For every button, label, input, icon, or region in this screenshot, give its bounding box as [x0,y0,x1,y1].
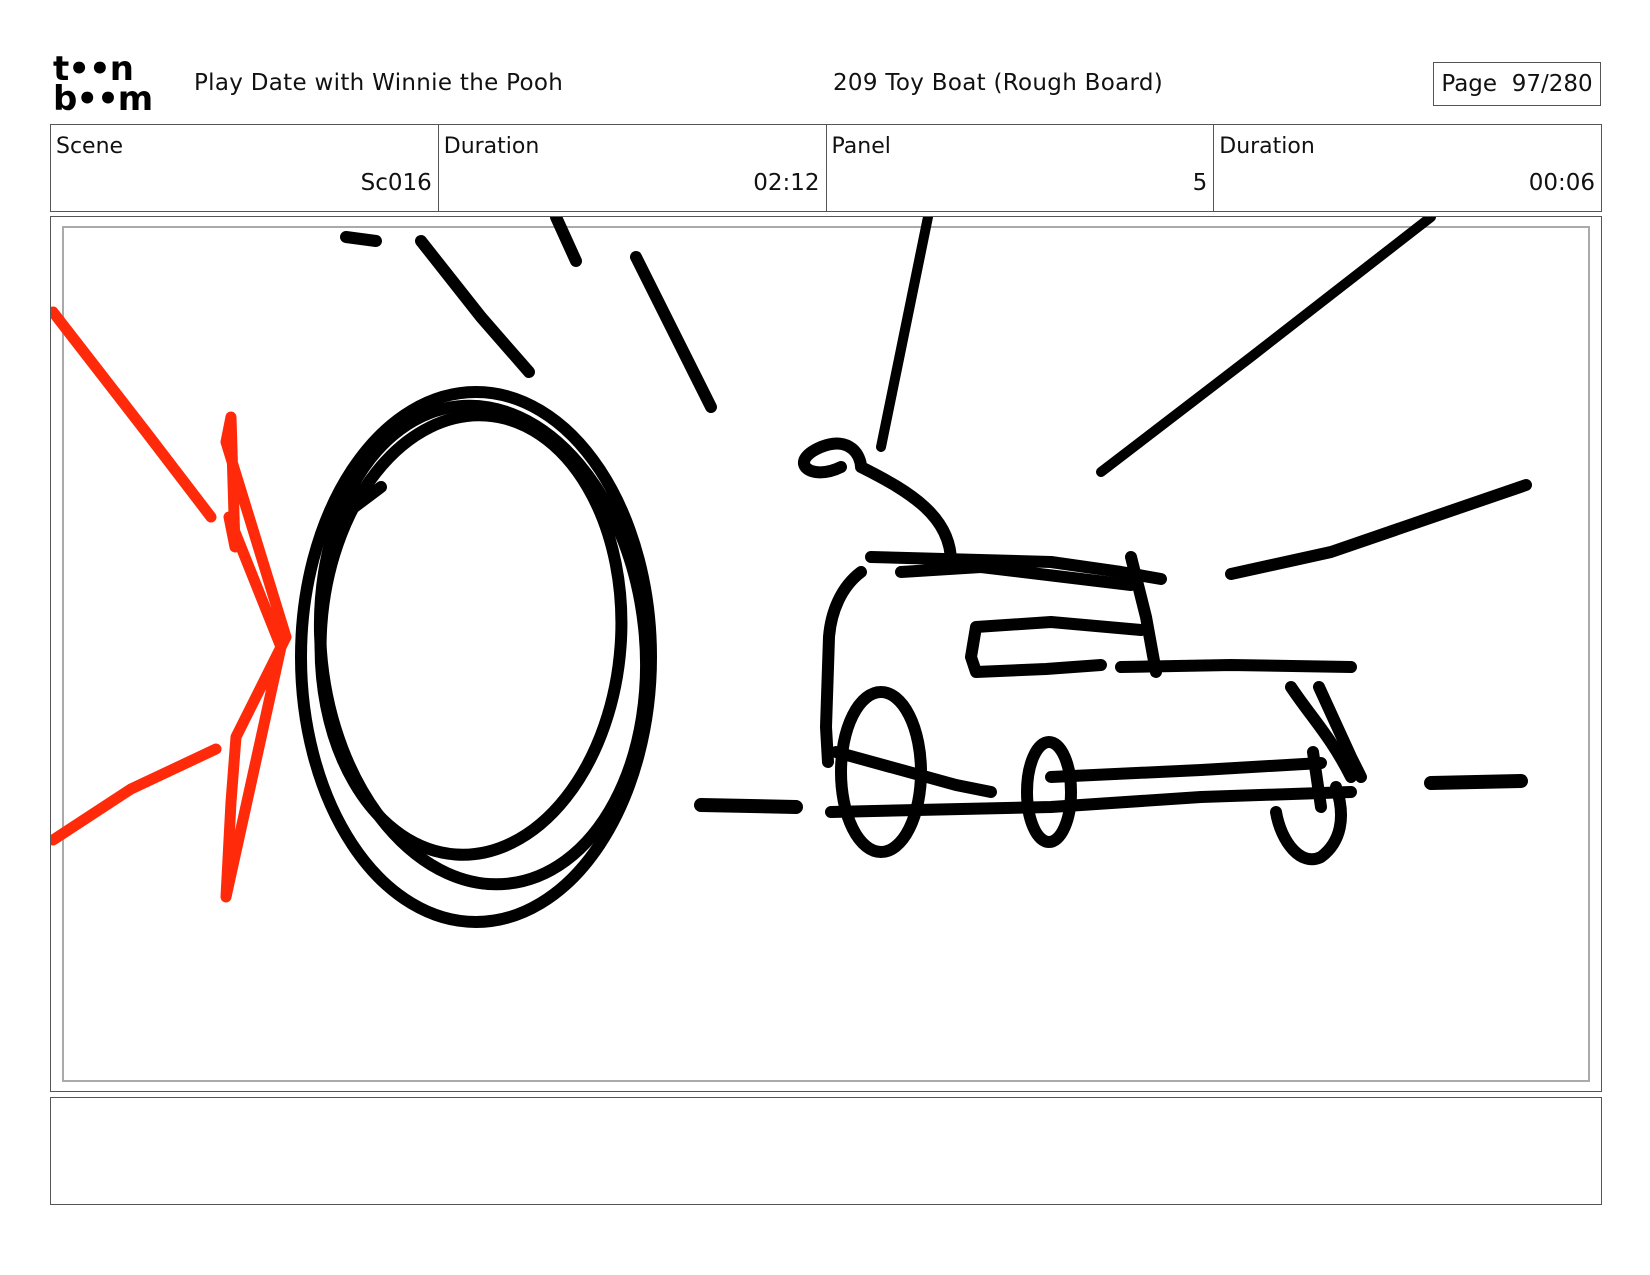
page-label: Page [1441,71,1498,97]
scene-label: Scene [56,134,124,159]
logo-line-2: b••m [53,79,153,119]
speed-line-2 [415,235,535,378]
burst-spike [220,411,292,903]
car-front-wheel-spoke [1307,746,1327,813]
car-antenna [798,437,957,568]
page-number: 97/280 [1511,71,1593,97]
scene-info-table: Scene Sc016 Duration 02:12 Panel 5 Durat… [50,124,1602,212]
car-body-line [1115,659,1357,673]
storyboard-sketch [51,217,1532,928]
scene-duration-value: 02:12 [753,170,820,196]
page-indicator: Page 97/280 [1433,62,1601,106]
scene-duration-label: Duration [443,134,540,159]
project-title: Play Date with Winnie the Pooh [194,70,564,96]
car-window [965,616,1147,678]
panel-value: 5 [1192,170,1208,196]
big-wheel-sketch [295,386,657,928]
speed-line-3 [550,217,582,267]
episode-title: 209 Toy Boat (Rough Board) [833,70,1164,96]
scene-value: Sc016 [360,170,432,196]
big-wheel-ring-outer [295,386,657,928]
car-mid-wheel [1021,736,1077,848]
burst-ray-bottom [51,743,222,846]
speed-line-4 [630,251,717,413]
panel-duration-label: Duration [1219,134,1315,159]
car-chassis-top [830,746,997,798]
scene-duration-cell: Duration 02:12 [439,125,827,211]
speed-line-1 [340,231,382,247]
panel-cell: Panel 5 [827,125,1215,211]
ground-dash-left [694,798,803,814]
ground-dash-right [1424,774,1528,790]
speed-line-5 [876,217,933,452]
speed-line-7 [1225,479,1532,580]
speed-line-6 [1096,217,1436,477]
panel-notes-box [50,1097,1602,1205]
storyboard-panel-frame [50,216,1602,1092]
burst-ray-top [51,306,217,523]
red-action-burst [51,306,292,903]
panel-duration-cell: Duration 00:06 [1214,125,1601,211]
car-chassis-mid [1045,757,1327,783]
toonboom-logo: t••n b••m [53,52,173,119]
panel-duration-value: 00:06 [1528,170,1595,196]
scene-cell: Scene Sc016 [51,125,439,211]
panel-label: Panel [831,134,891,159]
toy-car-sketch [798,437,1367,866]
